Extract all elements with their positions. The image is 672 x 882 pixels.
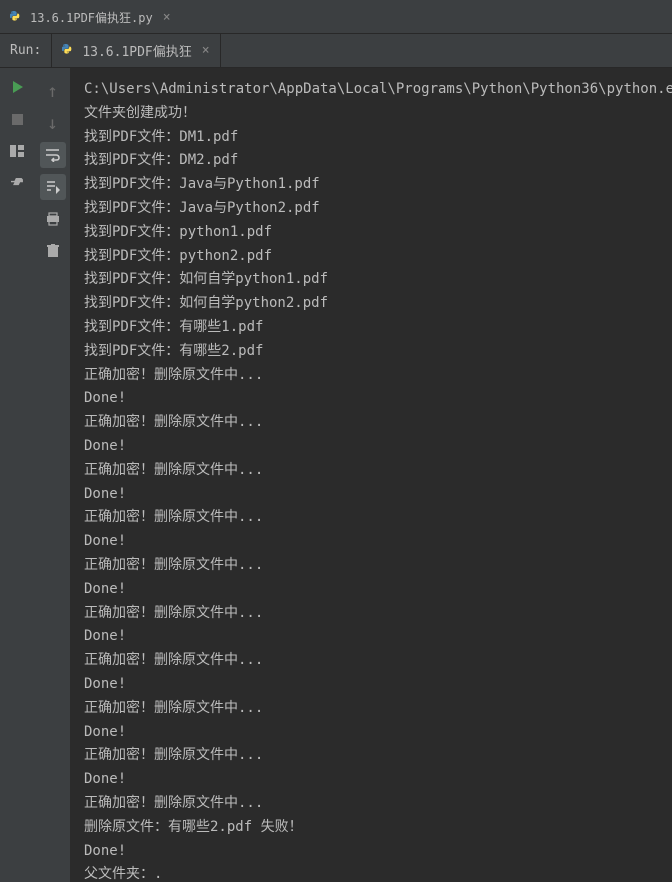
console-line: 正确加密！删除原文件中... — [84, 411, 658, 435]
run-button[interactable] — [9, 78, 27, 96]
pin-icon — [11, 176, 25, 190]
soft-wrap-button[interactable] — [40, 142, 66, 168]
python-icon — [10, 11, 24, 25]
print-icon — [46, 212, 60, 226]
console-line: 正确加密！删除原文件中... — [84, 364, 658, 388]
console-line: 找到PDF文件：Java与Python1.pdf — [84, 173, 658, 197]
console-line: 父文件夹：. — [84, 863, 658, 882]
layout-button[interactable] — [9, 142, 27, 160]
left-toolbar — [0, 68, 35, 882]
main-container: ↑ ↓ — [0, 68, 672, 882]
stop-icon — [12, 114, 23, 125]
scroll-up-button[interactable]: ↑ — [40, 78, 66, 104]
console-line: 找到PDF文件：python2.pdf — [84, 245, 658, 269]
console-line: 正确加密！删除原文件中... — [84, 697, 658, 721]
console-line: 文件夹创建成功！ — [84, 102, 658, 126]
console-line: Done! — [84, 625, 658, 649]
python-icon — [62, 44, 76, 58]
run-toolbar: Run: 13.6.1PDF偏执狂 × — [0, 34, 672, 68]
console-line: 正确加密！删除原文件中... — [84, 506, 658, 530]
console-line: 删除原文件：有哪些2.pdf 失败！ — [84, 816, 658, 840]
editor-tabs-bar: 13.6.1PDF偏执狂.py × — [0, 0, 672, 34]
console-line: 正确加密！删除原文件中... — [84, 554, 658, 578]
run-label: Run: — [0, 43, 51, 58]
editor-tab[interactable]: 13.6.1PDF偏执狂.py × — [0, 2, 181, 33]
console-line: Done! — [84, 721, 658, 745]
console-line: 正确加密！删除原文件中... — [84, 744, 658, 768]
layout-icon — [10, 145, 26, 157]
close-icon[interactable]: × — [202, 43, 210, 58]
console-line: 找到PDF文件：有哪些2.pdf — [84, 340, 658, 364]
editor-tab-label: 13.6.1PDF偏执狂.py — [30, 9, 153, 26]
console-line: Done! — [84, 673, 658, 697]
print-button[interactable] — [40, 206, 66, 232]
console-line: 找到PDF文件：DM1.pdf — [84, 126, 658, 150]
scroll-end-icon — [45, 180, 61, 194]
console-line: Done! — [84, 387, 658, 411]
console-line: 正确加密！删除原文件中... — [84, 792, 658, 816]
run-tab-label: 13.6.1PDF偏执狂 — [82, 41, 191, 60]
arrow-up-icon: ↑ — [47, 81, 58, 102]
arrow-down-icon: ↓ — [47, 113, 58, 134]
console-line: 找到PDF文件：Java与Python2.pdf — [84, 197, 658, 221]
trash-button[interactable] — [40, 238, 66, 264]
console-line: 正确加密！删除原文件中... — [84, 649, 658, 673]
console-line: 找到PDF文件：python1.pdf — [84, 221, 658, 245]
run-tab[interactable]: 13.6.1PDF偏执狂 × — [51, 33, 220, 68]
console-line: 正确加密！删除原文件中... — [84, 602, 658, 626]
pin-button[interactable] — [9, 174, 27, 192]
console-line: C:\Users\Administrator\AppData\Local\Pro… — [84, 78, 658, 102]
console-output[interactable]: C:\Users\Administrator\AppData\Local\Pro… — [70, 68, 672, 882]
trash-icon — [47, 244, 59, 258]
wrap-icon — [45, 148, 61, 162]
console-toolbar: ↑ ↓ — [35, 68, 70, 882]
console-line: Done! — [84, 530, 658, 554]
console-line: 正确加密！删除原文件中... — [84, 459, 658, 483]
close-icon[interactable]: × — [163, 10, 171, 25]
console-line: Done! — [84, 578, 658, 602]
stop-button[interactable] — [9, 110, 27, 128]
console-line: 找到PDF文件：如何自学python1.pdf — [84, 268, 658, 292]
console-line: Done! — [84, 483, 658, 507]
console-line: 找到PDF文件：DM2.pdf — [84, 149, 658, 173]
console-line: Done! — [84, 840, 658, 864]
console-line: 找到PDF文件：有哪些1.pdf — [84, 316, 658, 340]
scroll-down-button[interactable]: ↓ — [40, 110, 66, 136]
console-line: Done! — [84, 768, 658, 792]
scroll-to-end-button[interactable] — [40, 174, 66, 200]
play-icon — [13, 81, 23, 93]
console-line: Done! — [84, 435, 658, 459]
console-line: 找到PDF文件：如何自学python2.pdf — [84, 292, 658, 316]
